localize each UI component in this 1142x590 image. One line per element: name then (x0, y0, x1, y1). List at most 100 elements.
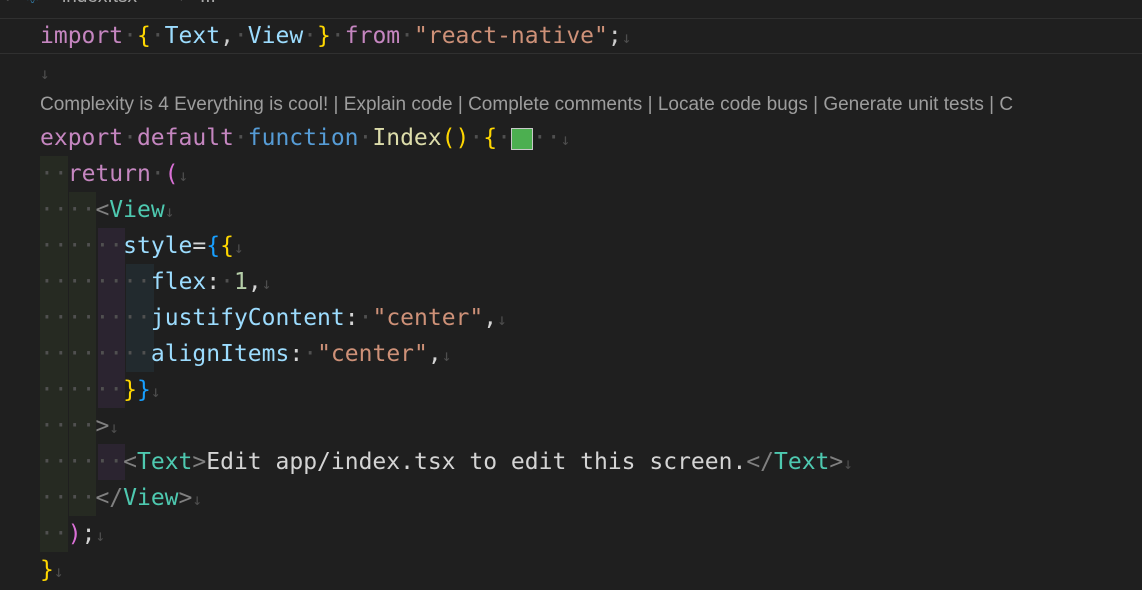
keyword-export: export (40, 125, 124, 151)
code-line-4[interactable]: ··return·(↓ (40, 156, 1142, 192)
whitespace-dot: · (233, 125, 248, 151)
line-break-icon: ↓ (261, 274, 272, 293)
whitespace-dot: · (53, 161, 68, 187)
whitespace-dot: · (95, 233, 110, 259)
colon: : (289, 341, 304, 367)
brace-open: { (136, 23, 151, 49)
lens-separator: | (452, 94, 469, 115)
whitespace-dot: · (67, 305, 82, 331)
whitespace-dot: · (67, 341, 82, 367)
paren-open: ( (164, 161, 179, 187)
whitespace-dot: · (546, 125, 561, 151)
whitespace-dot: · (81, 197, 96, 223)
whitespace-dot: · (123, 23, 137, 49)
import-view: View (247, 23, 304, 49)
whitespace-dot: · (95, 449, 110, 475)
breadcrumb: › ⚛ index.tsx > ... (0, 0, 1142, 12)
explain-code-lens[interactable]: Explain code (344, 94, 453, 115)
whitespace-dot: · (109, 305, 124, 331)
whitespace-dot: · (123, 305, 138, 331)
line-break-icon: ↓ (178, 166, 189, 185)
breadcrumb-file[interactable]: index.tsx (62, 0, 137, 8)
module-string: "react-native" (414, 23, 608, 49)
whitespace-dot: · (109, 377, 124, 403)
string-value: "center" (372, 305, 484, 331)
whitespace-dot: · (150, 23, 165, 49)
breadcrumb-more[interactable]: ... (200, 0, 216, 8)
code-line-9[interactable]: ········alignItems:·"center",↓ (40, 336, 1142, 372)
code-line-14[interactable]: ··);↓ (40, 516, 1142, 552)
line-break-icon: ↓ (95, 526, 106, 545)
line-break-icon: ↓ (233, 238, 244, 257)
code-line-6[interactable]: ······style={{↓ (40, 228, 1142, 264)
line-break-icon: ↓ (441, 346, 452, 365)
comma: , (427, 341, 442, 367)
code-line-11[interactable]: ····>↓ (40, 408, 1142, 444)
complexity-lens[interactable]: Complexity is 4 Everything is cool! (40, 94, 328, 115)
whitespace-dot: · (233, 23, 248, 49)
line-break-icon: ↓ (150, 382, 161, 401)
code-line-2[interactable]: ↓ (40, 54, 1142, 90)
code-line-5[interactable]: ····<View↓ (40, 192, 1142, 228)
generate-tests-lens[interactable]: Generate unit tests (823, 94, 984, 115)
code-line-12[interactable]: ······<Text>Edit app/index.tsx to edit t… (40, 444, 1142, 480)
whitespace-dot: · (40, 413, 54, 439)
tag-bracket: </ (95, 485, 124, 511)
whitespace-dot: · (67, 377, 82, 403)
code-lens: Complexity is 4 Everything is cool! | Ex… (40, 90, 1013, 120)
line-break-icon: ↓ (192, 490, 203, 509)
jsx-tag-view: View (109, 197, 165, 223)
code-line-15[interactable]: }↓ (40, 552, 1142, 588)
colon: : (206, 269, 221, 295)
whitespace-dot: · (53, 305, 68, 331)
jsx-tag-text: Text (137, 449, 193, 475)
keyword-from: from (344, 23, 401, 49)
paren-close: ) (67, 521, 82, 547)
whitespace-dot: · (67, 197, 82, 223)
whitespace-dot: · (53, 197, 68, 223)
whitespace-dot: · (95, 341, 110, 367)
whitespace-dot: · (67, 485, 82, 511)
breadcrumb-separator: > (180, 0, 191, 8)
number-value: 1 (233, 269, 248, 295)
line-break-icon: ↓ (843, 454, 853, 473)
whitespace-dot: · (137, 341, 151, 367)
brace-close: } (137, 377, 151, 403)
whitespace-dot: · (469, 125, 484, 151)
whitespace-dot: · (40, 449, 54, 475)
whitespace-dot: · (53, 233, 68, 259)
code-line-10[interactable]: ······}}↓ (40, 372, 1142, 408)
equals: = (192, 233, 207, 259)
whitespace-dot: · (40, 521, 54, 547)
code-line-1[interactable]: import·{·Text,·View·}·from·"react-native… (40, 18, 1142, 54)
brace-close: } (40, 557, 54, 583)
whitespace-dot: · (81, 233, 96, 259)
color-swatch[interactable] (510, 127, 533, 150)
comma: , (220, 23, 234, 49)
code-line-13[interactable]: ····</View>↓ (40, 480, 1142, 516)
whitespace-dot: · (400, 23, 414, 49)
jsx-attribute: style (123, 233, 193, 259)
whitespace-dot: · (330, 23, 345, 49)
code-line-7[interactable]: ········flex:·1,↓ (40, 264, 1142, 300)
whitespace-dot: · (358, 305, 373, 331)
whitespace-dot: · (95, 305, 110, 331)
whitespace-dot: · (137, 305, 151, 331)
whitespace-dot: · (53, 341, 68, 367)
import-text: Text (164, 23, 221, 49)
tag-bracket: </ (746, 449, 775, 475)
code-line-3[interactable]: export·default·function·Index()·{· ··↓ (40, 120, 1142, 156)
locate-bugs-lens[interactable]: Locate code bugs (658, 94, 808, 115)
whitespace-dot: · (40, 485, 54, 511)
lens-separator: | (983, 94, 1000, 115)
whitespace-dot: · (95, 377, 110, 403)
complete-comments-lens[interactable]: Complete comments (468, 94, 642, 115)
whitespace-dot: · (81, 377, 96, 403)
whitespace-dot: · (67, 233, 82, 259)
tag-bracket: < (95, 197, 110, 223)
whitespace-dot: · (67, 269, 82, 295)
property-key: alignItems (150, 341, 290, 367)
code-line-8[interactable]: ········justifyContent:·"center",↓ (40, 300, 1142, 336)
property-key: flex (150, 269, 207, 295)
more-lens[interactable]: C (999, 94, 1013, 115)
